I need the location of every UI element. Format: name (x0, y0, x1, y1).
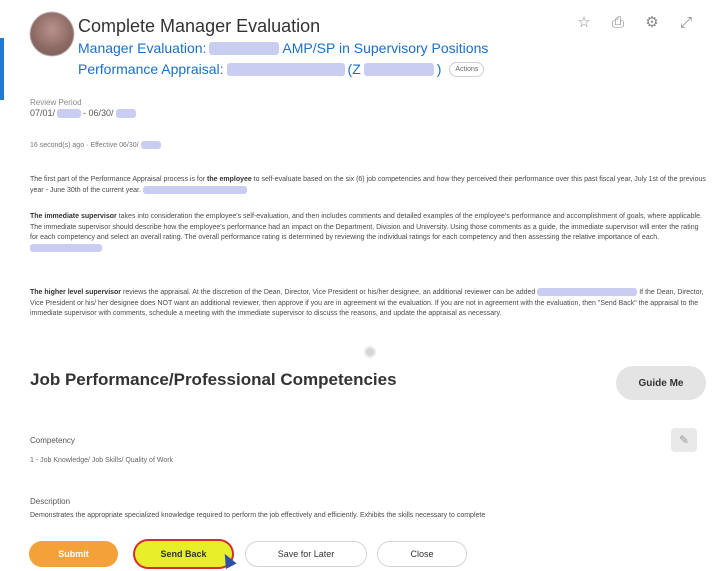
time-ago: 16 second(s) ago (30, 141, 85, 149)
print-icon[interactable]: ⎙ (609, 14, 627, 32)
guide-me-button[interactable]: Guide Me (616, 366, 706, 400)
instruction-paragraph-supervisor: The immediate supervisor takes into cons… (30, 212, 706, 254)
send-back-button[interactable]: Send Back (135, 541, 232, 567)
instruction-paragraph-employee: The first part of the Performance Apprai… (30, 176, 706, 194)
performance-appraisal-prefix: Performance Appraisal: (78, 61, 224, 77)
redacted-year (140, 141, 161, 149)
manager-evaluation-suffix: AMP/SP in Supervisory Positions (282, 40, 489, 56)
redacted-year (57, 108, 82, 118)
description-text: Demonstrates the appropriate specialized… (30, 512, 486, 519)
left-accent-bar (0, 38, 4, 100)
section-title: Job Performance/Professional Competencie… (30, 370, 397, 389)
redacted-employee-id (363, 63, 434, 76)
page-header: Complete Manager Evaluation Manager Eval… (78, 14, 598, 80)
manager-evaluation-link[interactable]: Manager Evaluation: AMP/SP in Supervisor… (78, 38, 598, 59)
review-start: 07/01/ (30, 108, 56, 118)
actions-button[interactable]: Actions (449, 62, 485, 77)
review-end: - 06/30/ (83, 108, 114, 118)
redacted-link (30, 243, 102, 252)
avatar (30, 12, 74, 56)
close-button[interactable]: Close (377, 541, 467, 567)
competency-value: 1 - Job Knowledge/ Job Skills/ Quality o… (30, 457, 174, 464)
pencil-icon: ✎ (678, 433, 690, 447)
redacted-link (537, 288, 638, 297)
meta-separator: · (86, 141, 89, 149)
performance-appraisal-id-open: (Z (347, 61, 361, 77)
gear-icon[interactable]: ⚙ (643, 14, 661, 32)
redacted-name (209, 42, 280, 55)
effective-date: Effective 06/30/ (90, 141, 139, 149)
redacted-employee-name (226, 63, 345, 76)
review-period-label: Review Period (30, 98, 82, 107)
redacted-link (142, 185, 247, 194)
review-period-value: 07/01/ - 06/30/ (30, 108, 136, 118)
redacted-year (115, 108, 136, 118)
performance-appraisal-id-close: ) (436, 61, 442, 77)
edit-competency-button[interactable]: ✎ (671, 428, 697, 452)
performance-appraisal-link[interactable]: Performance Appraisal: (Z ) Actions (78, 59, 598, 80)
competency-label: Competency (30, 436, 75, 445)
submit-button[interactable]: Submit (29, 541, 118, 567)
instruction-paragraph-higher-supervisor: The higher level supervisor reviews the … (30, 288, 704, 318)
expand-icon[interactable]: ⤢ (677, 14, 695, 32)
page-title: Complete Manager Evaluation (78, 16, 321, 36)
star-icon[interactable]: ☆ (575, 14, 593, 32)
top-toolbar: ☆ ⎙ ⚙ ⤢ (575, 14, 695, 32)
effective-meta: 16 second(s) ago · Effective 06/30/ (30, 141, 161, 149)
collapse-toggle[interactable] (364, 346, 376, 358)
manager-evaluation-prefix: Manager Evaluation: (78, 40, 207, 56)
save-for-later-button[interactable]: Save for Later (245, 541, 367, 567)
description-label: Description (30, 497, 71, 506)
